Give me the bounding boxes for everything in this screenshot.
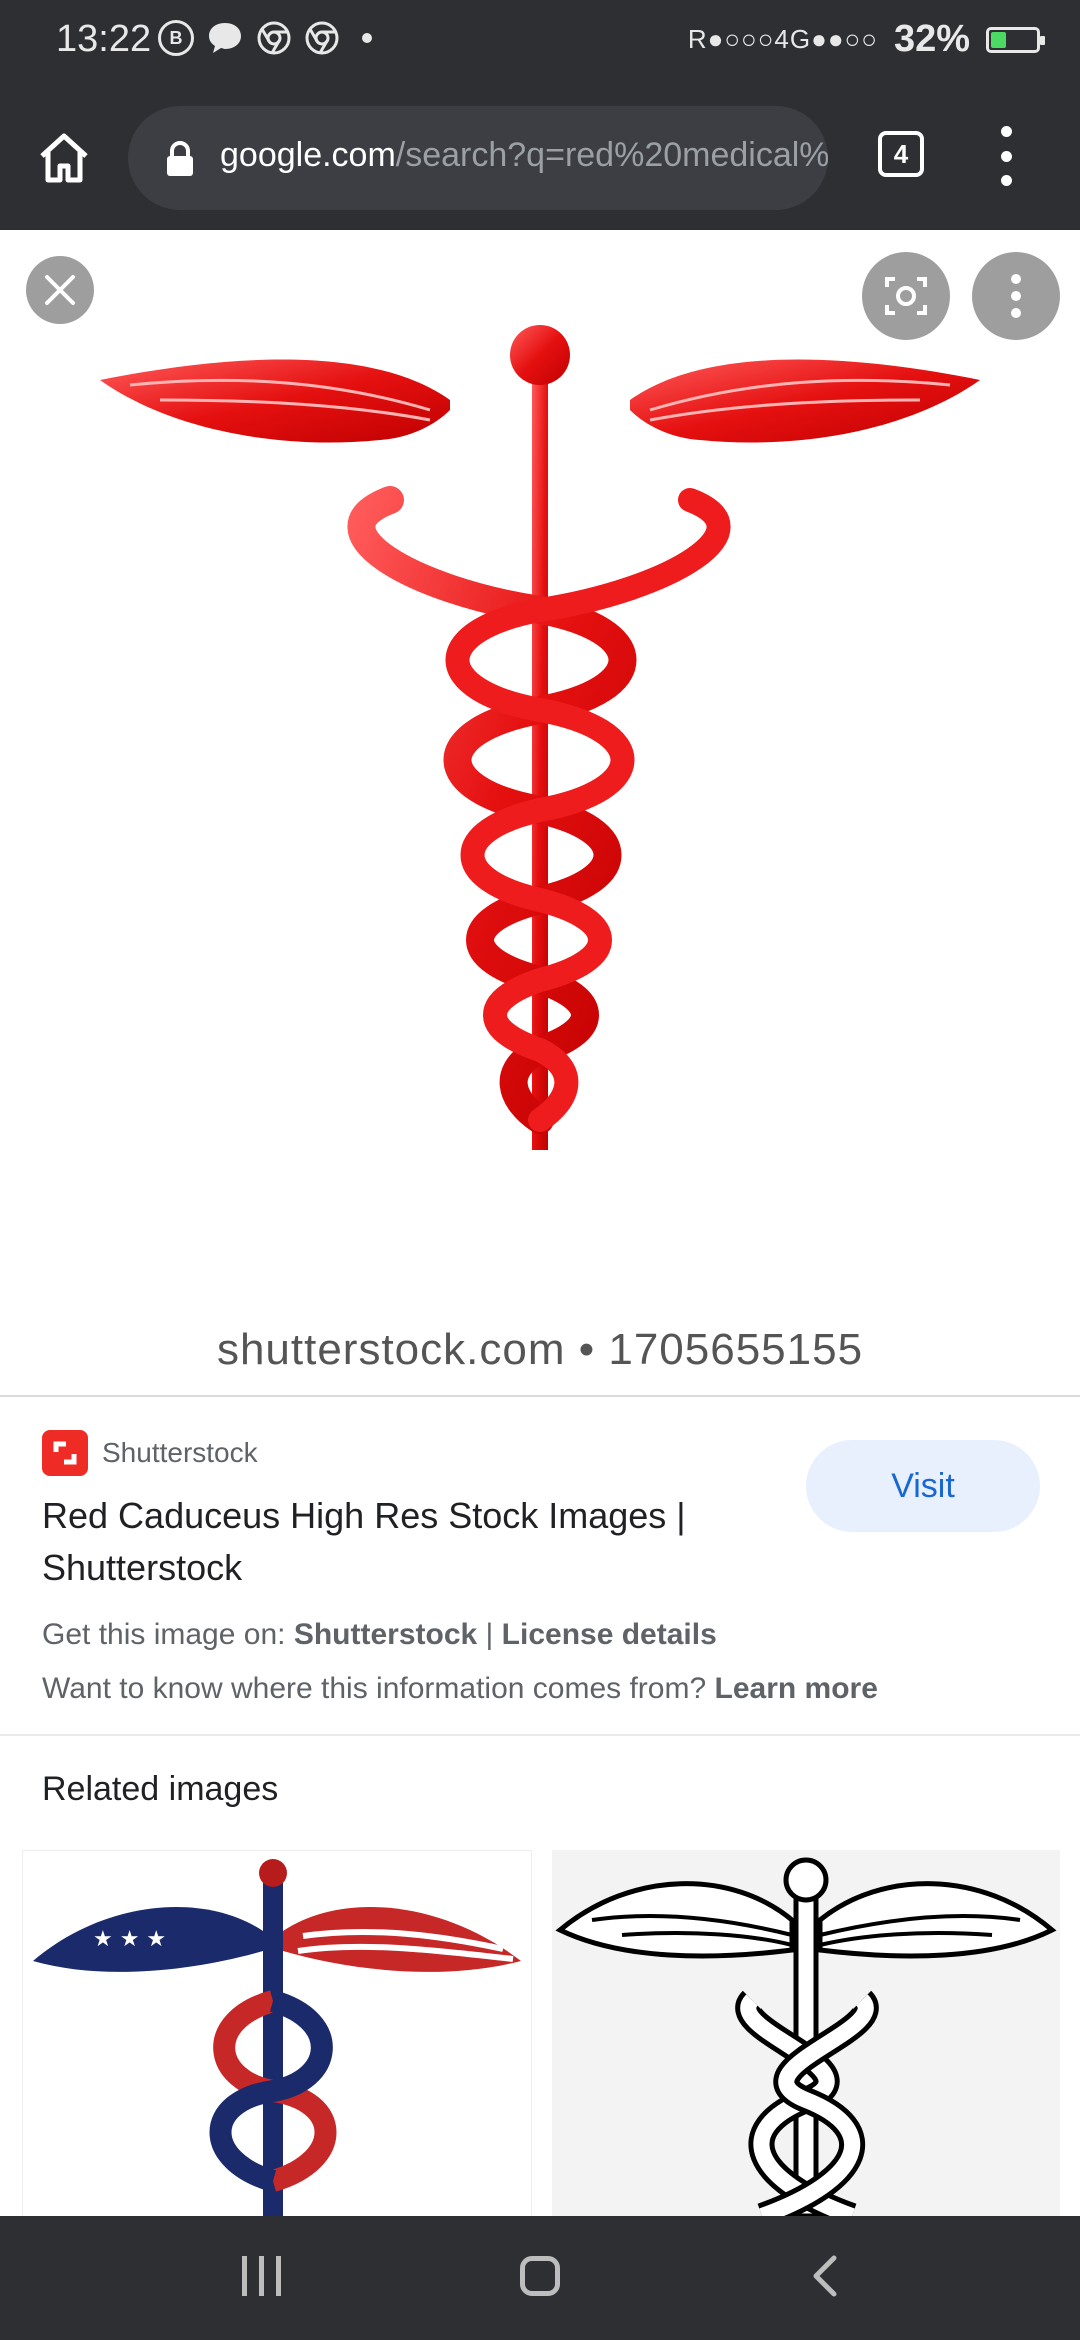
source-row[interactable]: Shutterstock bbox=[42, 1430, 258, 1476]
back-icon[interactable] bbox=[806, 2254, 846, 2298]
related-image-thumbnail[interactable]: ★ ★ ★ bbox=[22, 1850, 532, 2218]
status-right: R●○○○4G●●○○ 32% bbox=[687, 18, 1045, 61]
battery-fill bbox=[991, 31, 1006, 48]
separator: | bbox=[485, 1618, 494, 1651]
license-details-link[interactable]: License details bbox=[502, 1618, 717, 1651]
b-icon: B bbox=[158, 20, 194, 56]
visit-label: Visit bbox=[891, 1466, 955, 1505]
url-path: /search?q=red%20medical%2 bbox=[395, 136, 828, 174]
image-viewer: shutterstock.com • 1705655155 bbox=[0, 230, 1080, 1396]
browser-menu-button[interactable] bbox=[990, 126, 1022, 186]
browser-toolbar: google.com/search?q=red%20medical%2 4 bbox=[0, 86, 1080, 230]
url-text: google.com/search?q=red%20medical%2 bbox=[220, 136, 828, 175]
notification-icons: B bbox=[158, 20, 372, 56]
divider bbox=[0, 1734, 1080, 1736]
battery-percent: 32% bbox=[893, 18, 970, 60]
status-bar: 13:22 B R●○○○4G●●○○ 32% bbox=[0, 0, 1080, 86]
recents-bar bbox=[242, 2256, 247, 2296]
related-images-title: Related images bbox=[42, 1770, 279, 1808]
get-image-line: Get this image on: Shutterstock | Licens… bbox=[42, 1618, 717, 1652]
tab-switcher-button[interactable]: 4 bbox=[878, 131, 924, 177]
close-viewer-button[interactable] bbox=[26, 256, 94, 324]
signal-indicator: R●○○○4G●●○○ bbox=[687, 24, 878, 54]
recents-button[interactable] bbox=[242, 2256, 281, 2296]
image-watermark: shutterstock.com • 1705655155 bbox=[216, 1325, 864, 1374]
battery-icon bbox=[986, 26, 1045, 53]
svg-text:★ ★ ★: ★ ★ ★ bbox=[93, 1927, 166, 1952]
system-nav-bar bbox=[0, 2216, 1080, 2340]
info-question: Want to know where this information come… bbox=[42, 1672, 707, 1705]
nav-home-button[interactable] bbox=[520, 2256, 560, 2296]
status-time: 13:22 bbox=[56, 18, 152, 60]
home-icon[interactable] bbox=[34, 128, 94, 188]
red-caduceus-image[interactable] bbox=[90, 310, 990, 1230]
chrome-icon bbox=[257, 21, 291, 55]
source-name: Shutterstock bbox=[102, 1437, 258, 1468]
close-icon bbox=[45, 275, 75, 305]
url-host: google.com bbox=[220, 136, 396, 174]
learn-more-link[interactable]: Learn more bbox=[715, 1672, 878, 1705]
info-question-line: Want to know where this information come… bbox=[42, 1672, 878, 1706]
google-lens-button[interactable] bbox=[862, 252, 950, 340]
url-bar[interactable]: google.com/search?q=red%20medical%2 bbox=[128, 106, 828, 210]
lock-icon bbox=[167, 141, 193, 176]
divider bbox=[0, 1395, 1080, 1397]
recents-bar bbox=[259, 2256, 264, 2296]
result-title[interactable]: Red Caduceus High Res Stock Images | Shu… bbox=[42, 1490, 742, 1594]
shutterstock-logo-icon bbox=[42, 1430, 88, 1476]
get-image-source-link[interactable]: Shutterstock bbox=[294, 1618, 477, 1651]
related-image-thumbnail[interactable] bbox=[552, 1850, 1060, 2216]
menu-dot bbox=[1000, 175, 1012, 186]
tab-count: 4 bbox=[893, 138, 909, 169]
menu-dot bbox=[1000, 150, 1012, 162]
more-dot-icon bbox=[362, 33, 372, 43]
more-dot bbox=[1011, 291, 1021, 301]
more-dot bbox=[1011, 308, 1021, 318]
more-dot bbox=[1011, 274, 1021, 284]
recents-bar bbox=[276, 2256, 281, 2296]
chat-bubble-icon bbox=[209, 23, 241, 53]
viewer-more-button[interactable] bbox=[972, 252, 1060, 340]
visit-button[interactable]: Visit bbox=[806, 1440, 1040, 1532]
menu-dot bbox=[1000, 126, 1012, 137]
flag-caduceus-image: ★ ★ ★ bbox=[33, 1859, 521, 2217]
chrome-icon bbox=[305, 21, 339, 55]
outline-caduceus-image bbox=[555, 1857, 1057, 2216]
lens-icon bbox=[885, 277, 927, 315]
get-image-prefix: Get this image on: bbox=[42, 1618, 286, 1651]
